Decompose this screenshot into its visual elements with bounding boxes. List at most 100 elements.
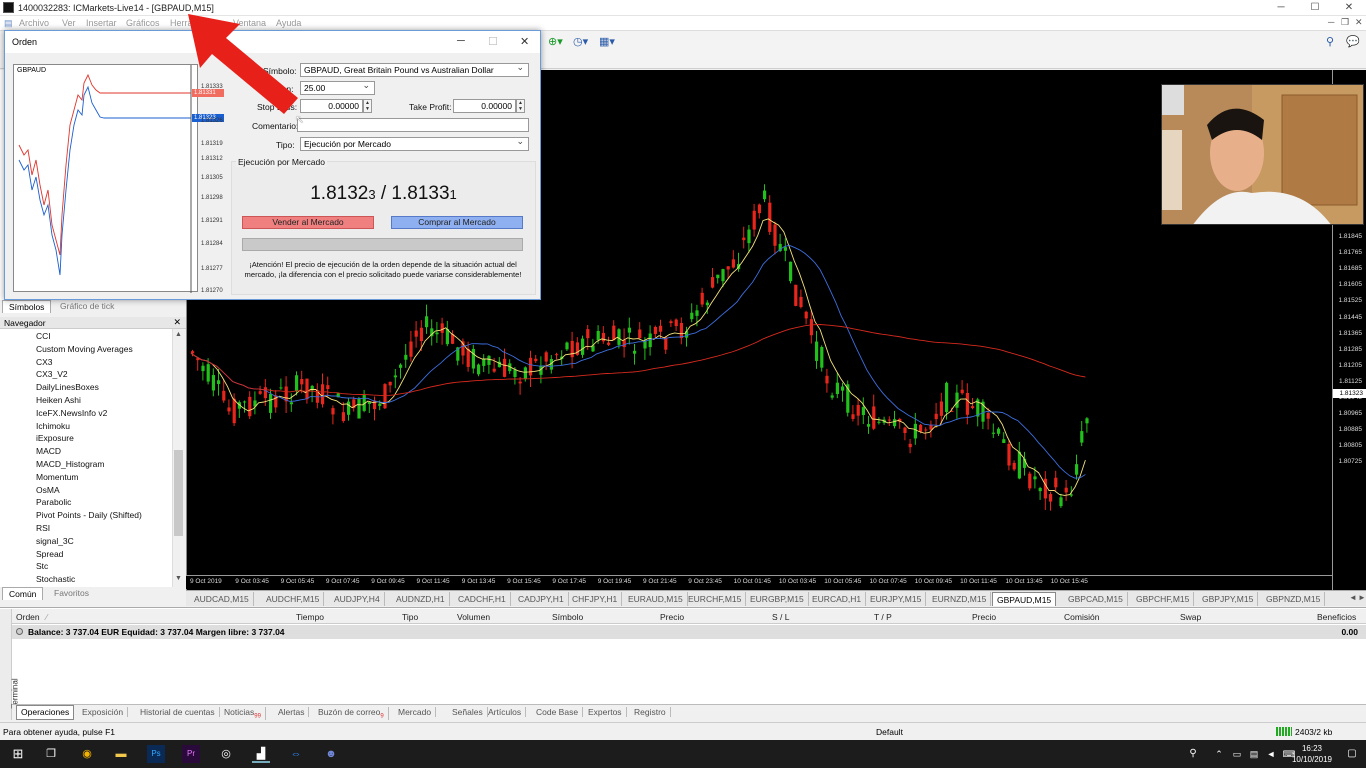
network-icon[interactable]: ▤ [1245,745,1263,763]
symbol-select[interactable]: GBPAUD, Great Britain Pound vs Australia… [300,63,529,77]
terminal-tab[interactable]: Mercado [394,707,437,717]
scroll-up-icon[interactable]: ▲ [175,331,182,338]
navigator-item[interactable]: Spread [36,548,63,560]
volume-icon[interactable]: ◄ [1262,745,1280,763]
premiere-icon[interactable]: Pr [182,745,200,763]
chart-tab[interactable]: CADJPY,H1 [514,592,569,606]
dialog-minimize-icon[interactable]: ─ [457,35,465,47]
templates-icon[interactable]: ▦▾ [599,35,615,48]
minimize-icon[interactable]: ─ [1266,0,1296,16]
close-icon[interactable]: ✕ [1334,0,1364,16]
volume-select[interactable]: 25.00 [300,81,375,95]
mdi-minimize-icon[interactable]: ─ [1328,17,1334,27]
terminal-column-header[interactable]: Precio [660,612,684,622]
chart-tab[interactable]: AUDJPY,H4 [330,592,385,606]
dialog-close-icon[interactable]: ✕ [520,35,529,48]
terminal-column-header[interactable]: Comisión [1064,612,1099,622]
discord-icon[interactable]: ☻ [322,745,340,763]
terminal-tab[interactable]: Operaciones [16,705,75,720]
terminal-column-header[interactable]: T / P [874,612,892,622]
chart-tab[interactable]: GBPCHF,M15 [1132,592,1195,606]
scroll-down-icon[interactable]: ▼ [175,575,182,582]
search-icon[interactable]: ⚲ [1326,35,1334,48]
navigator-item[interactable]: signal_3C [36,535,74,547]
terminal-tab[interactable]: Historial de cuentas [136,707,220,717]
navigator-item[interactable]: CX3_V2 [36,368,68,380]
terminal-tab[interactable]: Noticias99 [220,707,266,720]
add-indicator-icon[interactable]: ⊕▾ [548,35,563,48]
menu-ver[interactable]: Ver [62,18,76,28]
navigator-item[interactable]: Ichimoku [36,420,70,432]
menu-insertar[interactable]: Insertar [86,18,117,28]
tab-grafico-tick[interactable]: Gráfico de tick [54,300,120,313]
scrollbar-thumb[interactable] [174,450,183,536]
navigator-item[interactable]: Stochastic [36,573,75,585]
terminal-tab[interactable]: Artículos [484,707,527,717]
chart-tab[interactable]: GBPNZD,M15 [1262,592,1326,606]
order-type-select[interactable]: Ejecución por Mercado [300,137,529,151]
chart-tab[interactable]: GBPAUD,M15 [992,592,1057,606]
menu-archivo[interactable]: Archivo [19,18,49,28]
system-clock[interactable]: 16:23 10/10/2019 [1292,743,1332,765]
terminal-column-header[interactable]: Swap [1180,612,1201,622]
terminal-column-header[interactable]: Orden [16,612,40,622]
navigator-item[interactable]: Custom Moving Averages [36,343,133,355]
terminal-tab[interactable]: Alertas [274,707,310,717]
comment-input[interactable] [297,118,529,132]
chart-tab[interactable]: CADCHF,H1 [454,592,511,606]
tab-comun[interactable]: Común [2,587,44,600]
file-explorer-icon[interactable]: ▬ [112,745,130,763]
navigator-scrollbar[interactable]: ▲ ▼ [172,329,184,587]
chart-tab[interactable]: EURGBP,M15 [746,592,809,606]
chart-tab[interactable]: EURCHF,M15 [684,592,747,606]
chart-tab[interactable]: EURAUD,M15 [624,592,688,606]
chart-tab[interactable]: GBPJPY,M15 [1198,592,1259,606]
tab-simbolos[interactable]: Símbolos [2,300,52,313]
menu-graficos[interactable]: Gráficos [126,18,160,28]
chart-tab[interactable]: CHFJPY,H1 [568,592,623,606]
navigator-item[interactable]: RSI [36,522,50,534]
navigator-item[interactable]: Stc [36,560,48,572]
tabs-scroll-left-icon[interactable]: ◄ [1349,593,1357,602]
chart-tab[interactable]: GBPCAD,M15 [1064,592,1128,606]
navigator-item[interactable]: CX3 [36,356,53,368]
take-profit-input[interactable]: 0.00000 [453,99,516,113]
terminal-column-header[interactable]: Símbolo [552,612,583,622]
chrome-icon[interactable]: ◉ [78,745,96,763]
navigator-item[interactable]: CCI [36,330,51,342]
stop-loss-spinner[interactable]: ▲ ▼ [363,99,372,113]
windows-start-icon[interactable]: ⊞ [9,745,27,763]
terminal-column-header[interactable]: Precio [972,612,996,622]
chart-tab[interactable]: AUDCHF,M15 [262,592,325,606]
navigator-item[interactable]: IceFX.NewsInfo v2 [36,407,107,419]
tab-favoritos[interactable]: Favoritos [48,587,95,600]
navigator-item[interactable]: Pivot Points - Daily (Shifted) [36,509,142,521]
chart-menu-icon[interactable]: ▤ [4,18,13,29]
navigator-item[interactable]: Heiken Ashi [36,394,81,406]
people-icon[interactable]: ⚲ [1184,745,1202,763]
metatrader-icon[interactable]: ▟ [252,745,270,763]
maximize-icon[interactable]: ☐ [1300,0,1330,16]
tabs-scroll-right-icon[interactable]: ► [1358,593,1366,602]
period-clock-icon[interactable]: ◷▾ [573,35,588,48]
teamviewer-icon[interactable]: ⇔ [287,745,305,763]
take-profit-spinner[interactable]: ▲ ▼ [516,99,525,113]
battery-icon[interactable]: ▭ [1228,745,1246,763]
photoshop-icon[interactable]: Ps [147,745,165,763]
navigator-close-icon[interactable]: ✕ [173,317,181,328]
chart-tab[interactable]: EURCAD,H1 [808,592,867,606]
task-view-icon[interactable]: ❐ [42,745,60,763]
terminal-tab[interactable]: Buzón de correo9 [314,707,389,720]
terminal-column-header[interactable]: Tiempo [296,612,324,622]
terminal-column-header[interactable]: Tipo [402,612,418,622]
navigator-item[interactable]: iExposure [36,432,74,444]
mdi-close-icon[interactable]: ✕ [1355,17,1363,28]
notifications-icon[interactable]: ▢ [1343,745,1361,763]
navigator-item[interactable]: OsMA [36,484,60,496]
terminal-tab[interactable]: Code Base [532,707,584,717]
navigator-item[interactable]: DailyLinesBoxes [36,381,99,393]
navigator-item[interactable]: Parabolic [36,496,71,508]
terminal-tab[interactable]: Exposición [78,707,129,717]
chart-tab[interactable]: AUDCAD,M15 [190,592,254,606]
terminal-column-header[interactable]: S / L [772,612,789,622]
